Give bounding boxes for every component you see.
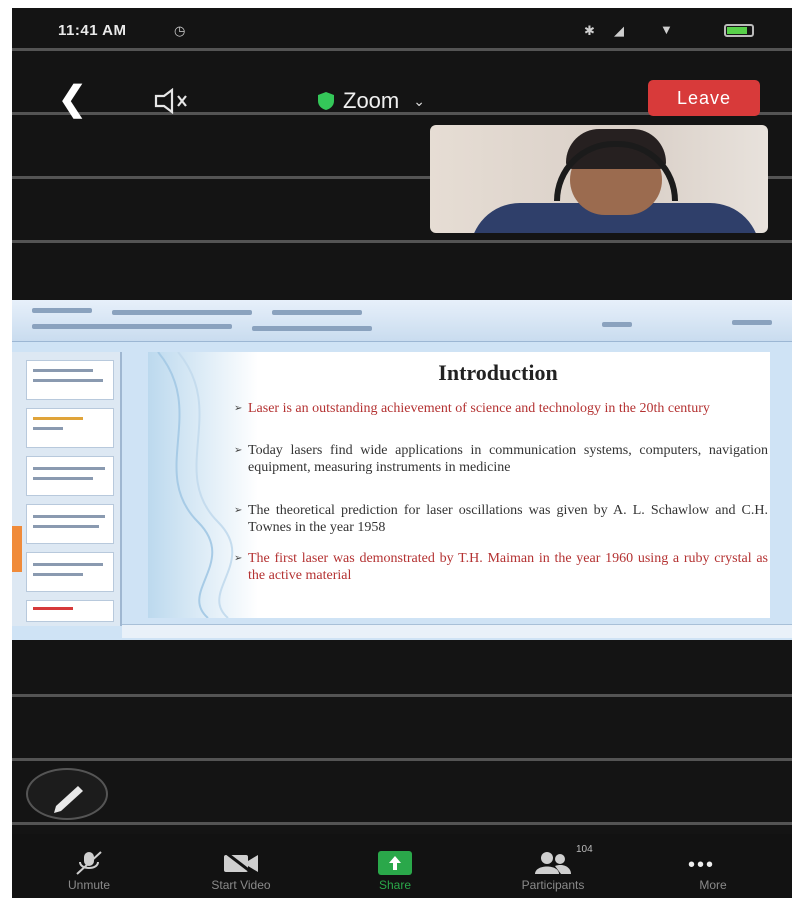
more-button[interactable]: ••• More — [648, 834, 778, 898]
status-bar: 11:41 AM ◷ ✱ ◢ ▼ — [12, 8, 792, 54]
start-video-label: Start Video — [211, 878, 271, 892]
powerpoint-ribbon — [12, 300, 792, 342]
shield-icon — [318, 92, 334, 110]
battery-icon — [724, 24, 754, 37]
chevron-down-icon: ⌄ — [413, 92, 425, 109]
slide-thumbnail[interactable] — [26, 552, 114, 592]
speaker-muted-icon[interactable] — [152, 88, 192, 114]
notes-bar — [122, 624, 792, 638]
selected-slide-marker — [12, 526, 22, 572]
slide-thumbnails[interactable] — [12, 352, 122, 626]
slide-background-art — [148, 352, 258, 618]
signal-icon: ◢ — [614, 23, 624, 38]
zoom-meeting-screen: 11:41 AM ◷ ✱ ◢ ▼ ❮ Zoom ⌄ Leave Introduc… — [12, 8, 792, 898]
slide-bullet: The theoretical prediction for laser osc… — [234, 502, 768, 536]
divider — [12, 822, 792, 825]
more-label: More — [699, 878, 727, 892]
divider — [12, 758, 792, 761]
share-screen-icon — [378, 851, 412, 875]
bluetooth-icon: ✱ — [584, 23, 595, 38]
more-dots-icon: ••• — [688, 854, 716, 876]
participants-label: Participants — [521, 878, 585, 892]
meeting-title[interactable]: Zoom ⌄ — [317, 88, 425, 114]
participants-icon — [535, 852, 571, 874]
back-button[interactable]: ❮ — [58, 82, 87, 116]
wifi-icon: ▼ — [660, 22, 673, 37]
divider — [12, 694, 792, 697]
meeting-title-text: Zoom — [343, 88, 400, 113]
annotate-button[interactable] — [26, 768, 108, 820]
slide-thumbnail[interactable] — [26, 408, 114, 448]
slide-title: Introduction — [438, 360, 558, 385]
participants-count: 104 — [576, 844, 593, 855]
leave-button[interactable]: Leave — [648, 80, 760, 116]
divider — [12, 240, 792, 243]
microphone-muted-icon — [76, 851, 102, 875]
shared-screen[interactable]: Introduction Laser is an outstanding ach… — [12, 300, 792, 640]
meeting-toolbar: Unmute Start Video Share 104 Participant… — [12, 834, 792, 898]
slide-bullet: Today lasers find wide applications in c… — [234, 442, 768, 476]
slide-thumbnail[interactable] — [26, 456, 114, 496]
participants-button[interactable]: 104 Participants — [488, 834, 618, 898]
slide-thumbnail[interactable] — [26, 600, 114, 622]
share-label: Share — [378, 878, 412, 892]
slide-thumbnail[interactable] — [26, 504, 114, 544]
pencil-icon — [54, 786, 83, 813]
slide-canvas: Introduction Laser is an outstanding ach… — [148, 352, 770, 618]
slide-bullet: Laser is an outstanding achievement of s… — [234, 400, 768, 417]
start-video-button[interactable]: Start Video — [176, 834, 306, 898]
unmute-button[interactable]: Unmute — [24, 834, 154, 898]
unmute-label: Unmute — [67, 878, 111, 892]
slide-thumbnail[interactable] — [26, 360, 114, 400]
video-off-icon — [224, 850, 258, 876]
participant-video[interactable] — [430, 125, 768, 233]
slide-bullet: The first laser was demonstrated by T.H.… — [234, 550, 768, 584]
share-button[interactable]: Share — [330, 834, 460, 898]
status-time: 11:41 AM — [58, 22, 127, 39]
alarm-icon: ◷ — [174, 23, 186, 38]
